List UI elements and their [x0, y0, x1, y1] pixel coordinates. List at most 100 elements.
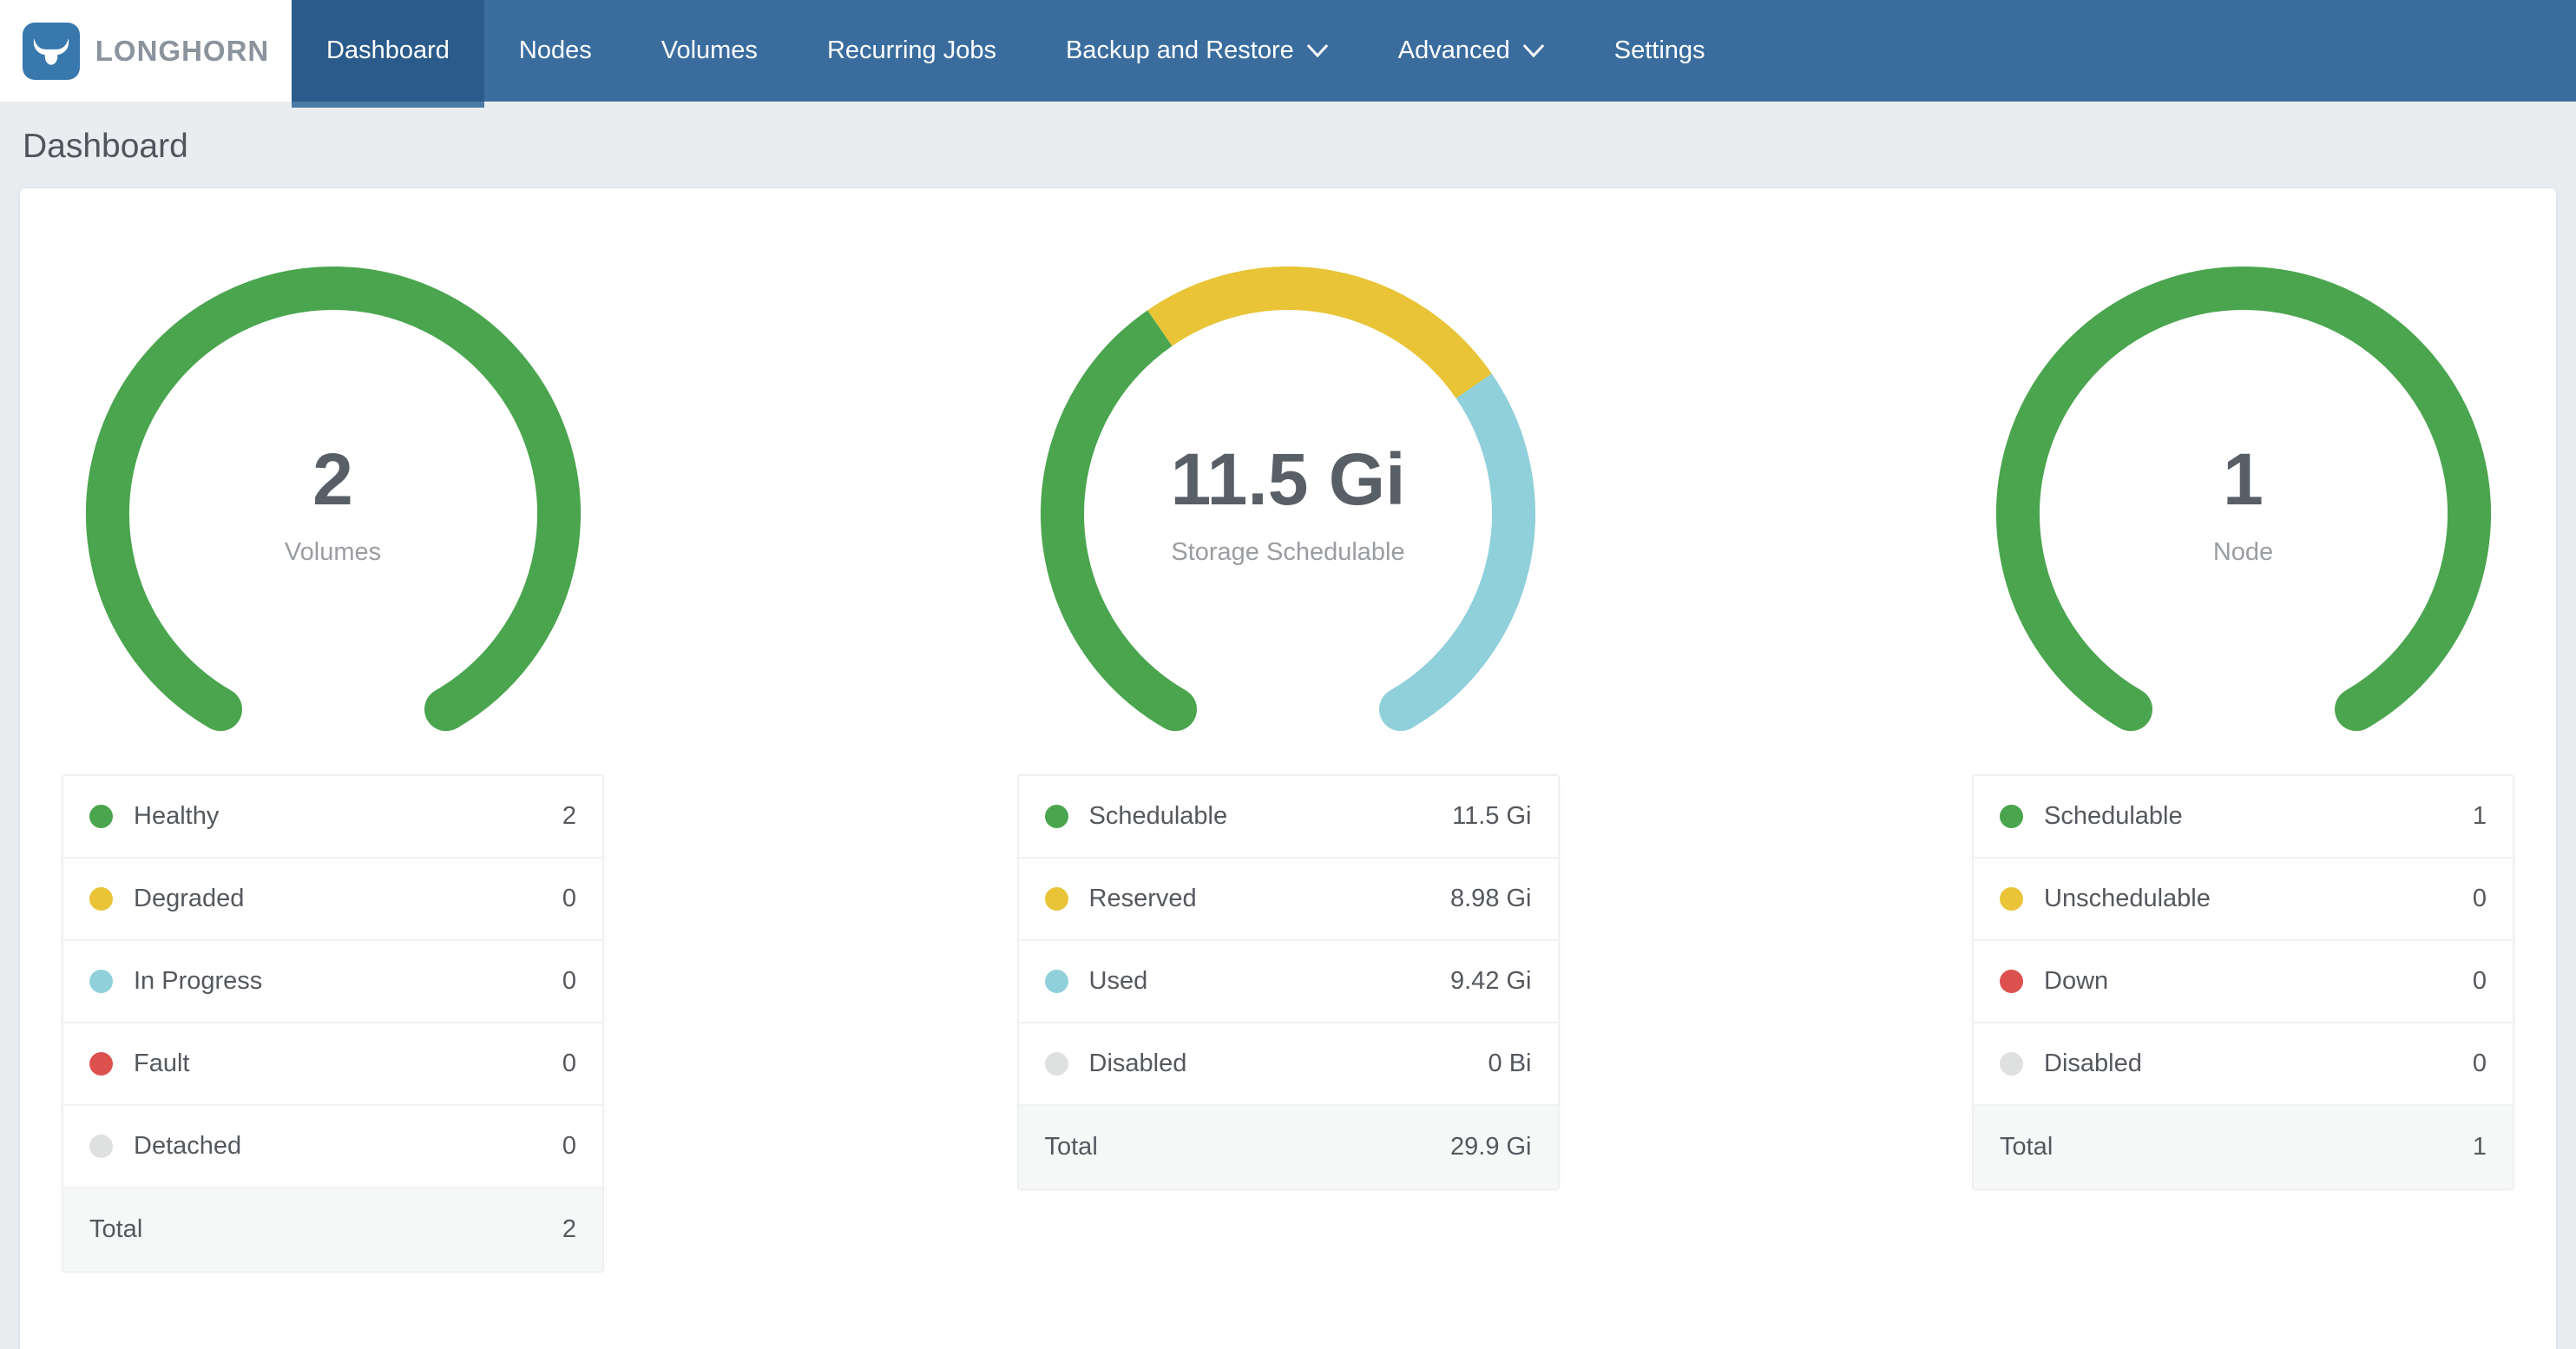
legend-color-dot: [89, 887, 113, 911]
nav-item-label: Nodes: [519, 36, 592, 65]
gauge-legend: Healthy 2 Degraded 0 In Progress 0 Fault…: [62, 774, 604, 1273]
legend-row-disabled: Disabled 0: [1974, 1023, 2513, 1106]
legend-color-dot: [2000, 1052, 2023, 1076]
legend-label: Disabled: [1089, 1050, 1187, 1078]
legend-label: Detached: [134, 1132, 241, 1161]
gauge-volumes: 2 Volumes Healthy 2 Degraded 0 In Progre…: [62, 262, 604, 1349]
legend-row-degraded: Degraded 0: [63, 859, 602, 941]
nav-item-settings[interactable]: Settings: [1580, 0, 1740, 102]
nav-item-label: Volumes: [661, 36, 758, 65]
legend-label: Schedulable: [2044, 802, 2183, 831]
nav-item-backup-and-restore[interactable]: Backup and Restore: [1031, 0, 1364, 102]
gauge-arc: [1036, 262, 1540, 766]
legend-total-value: 2: [562, 1215, 576, 1244]
nav-item-dashboard[interactable]: Dashboard: [292, 0, 484, 102]
legend-label: Healthy: [134, 802, 219, 831]
legend-color-dot: [1045, 887, 1068, 911]
page-title: Dashboard: [0, 102, 2576, 188]
nav-item-label: Advanced: [1398, 36, 1510, 65]
legend-row-detached: Detached 0: [63, 1106, 602, 1188]
legend-rows: Schedulable 1 Unschedulable 0 Down 0 Dis…: [1974, 776, 2513, 1106]
dashboard-card: 2 Volumes Healthy 2 Degraded 0 In Progre…: [20, 188, 2556, 1349]
gauge-ring: 2 Volumes: [82, 262, 585, 735]
gauge-legend: Schedulable 1 Unschedulable 0 Down 0 Dis…: [1972, 774, 2514, 1190]
legend-label: Down: [2044, 967, 2108, 996]
legend-value: 0: [2473, 885, 2487, 913]
nav-item-label: Recurring Jobs: [827, 36, 996, 65]
legend-row-unschedulable: Unschedulable 0: [1974, 859, 2513, 941]
legend-value: 0: [562, 1050, 576, 1078]
legend-label: In Progress: [134, 967, 262, 996]
top-navbar: LONGHORN Dashboard Nodes Volumes Recurri…: [0, 0, 2576, 102]
legend-label: Degraded: [134, 885, 244, 913]
legend-value: 0: [2473, 1050, 2487, 1078]
legend-row-down: Down 0: [1974, 941, 2513, 1023]
legend-value: 1: [2473, 802, 2487, 831]
legend-total-row: Total 29.9 Gi: [1019, 1106, 1558, 1188]
legend-color-dot: [89, 1135, 113, 1158]
nav-item-label: Dashboard: [326, 36, 450, 65]
legend-total-label: Total: [2000, 1133, 2053, 1161]
legend-total-row: Total 2: [63, 1188, 602, 1271]
chevron-down-icon: [1306, 43, 1329, 58]
legend-color-dot: [89, 805, 113, 828]
legend-label: Unschedulable: [2044, 885, 2211, 913]
legend-row-fault: Fault 0: [63, 1023, 602, 1106]
brand-name: LONGHORN: [95, 35, 270, 68]
legend-label: Used: [1089, 967, 1148, 996]
legend-value: 11.5 Gi: [1452, 802, 1531, 831]
brand-logo[interactable]: LONGHORN: [0, 0, 292, 102]
gauge-ring: 1 Node: [1992, 262, 2495, 735]
gauge-node: 1 Node Schedulable 1 Unschedulable 0 Dow…: [1972, 262, 2514, 1349]
legend-value: 9.42 Gi: [1450, 967, 1532, 996]
nav-item-advanced[interactable]: Advanced: [1364, 0, 1580, 102]
legend-row-healthy: Healthy 2: [63, 776, 602, 859]
legend-total-label: Total: [89, 1215, 142, 1244]
legend-value: 0: [562, 1132, 576, 1161]
gauge-arc: [1992, 262, 2495, 766]
legend-label: Schedulable: [1089, 802, 1228, 831]
legend-color-dot: [2000, 805, 2023, 828]
legend-value: 8.98 Gi: [1450, 885, 1532, 913]
legend-total-value: 1: [2473, 1133, 2487, 1161]
gauge-storage-schedulable: 11.5 Gi Storage Schedulable Schedulable …: [1017, 262, 1560, 1349]
legend-value: 0: [562, 885, 576, 913]
nav-item-volumes[interactable]: Volumes: [627, 0, 792, 102]
legend-value: 0: [562, 967, 576, 996]
legend-row-disabled: Disabled 0 Bi: [1019, 1023, 1558, 1106]
legend-row-reserved: Reserved 8.98 Gi: [1019, 859, 1558, 941]
main-nav: Dashboard Nodes Volumes Recurring Jobs B…: [292, 0, 1740, 102]
gauge-ring: 11.5 Gi Storage Schedulable: [1036, 262, 1540, 735]
legend-total-row: Total 1: [1974, 1106, 2513, 1188]
legend-color-dot: [89, 970, 113, 993]
legend-rows: Healthy 2 Degraded 0 In Progress 0 Fault…: [63, 776, 602, 1188]
nav-item-label: Backup and Restore: [1066, 36, 1294, 65]
legend-color-dot: [2000, 887, 2023, 911]
legend-value: 0: [2473, 967, 2487, 996]
legend-row-in-progress: In Progress 0: [63, 941, 602, 1023]
legend-color-dot: [2000, 970, 2023, 993]
nav-item-label: Settings: [1614, 36, 1705, 65]
legend-color-dot: [89, 1052, 113, 1076]
longhorn-bull-icon: [23, 23, 80, 80]
legend-label: Reserved: [1089, 885, 1197, 913]
nav-item-nodes[interactable]: Nodes: [484, 0, 627, 102]
legend-color-dot: [1045, 970, 1068, 993]
chevron-down-icon: [1522, 43, 1545, 58]
legend-total-label: Total: [1045, 1133, 1098, 1161]
nav-item-recurring-jobs[interactable]: Recurring Jobs: [792, 0, 1031, 102]
legend-total-value: 29.9 Gi: [1450, 1133, 1532, 1161]
gauge-arc: [82, 262, 585, 766]
legend-value: 0 Bi: [1488, 1050, 1532, 1078]
legend-rows: Schedulable 11.5 Gi Reserved 8.98 Gi Use…: [1019, 776, 1558, 1106]
legend-row-schedulable: Schedulable 1: [1974, 776, 2513, 859]
gauge-legend: Schedulable 11.5 Gi Reserved 8.98 Gi Use…: [1017, 774, 1560, 1190]
legend-row-used: Used 9.42 Gi: [1019, 941, 1558, 1023]
legend-label: Fault: [134, 1050, 189, 1078]
dashboard-content: 2 Volumes Healthy 2 Degraded 0 In Progre…: [0, 188, 2576, 1349]
legend-label: Disabled: [2044, 1050, 2142, 1078]
legend-value: 2: [562, 802, 576, 831]
legend-color-dot: [1045, 1052, 1068, 1076]
legend-color-dot: [1045, 805, 1068, 828]
legend-row-schedulable: Schedulable 11.5 Gi: [1019, 776, 1558, 859]
